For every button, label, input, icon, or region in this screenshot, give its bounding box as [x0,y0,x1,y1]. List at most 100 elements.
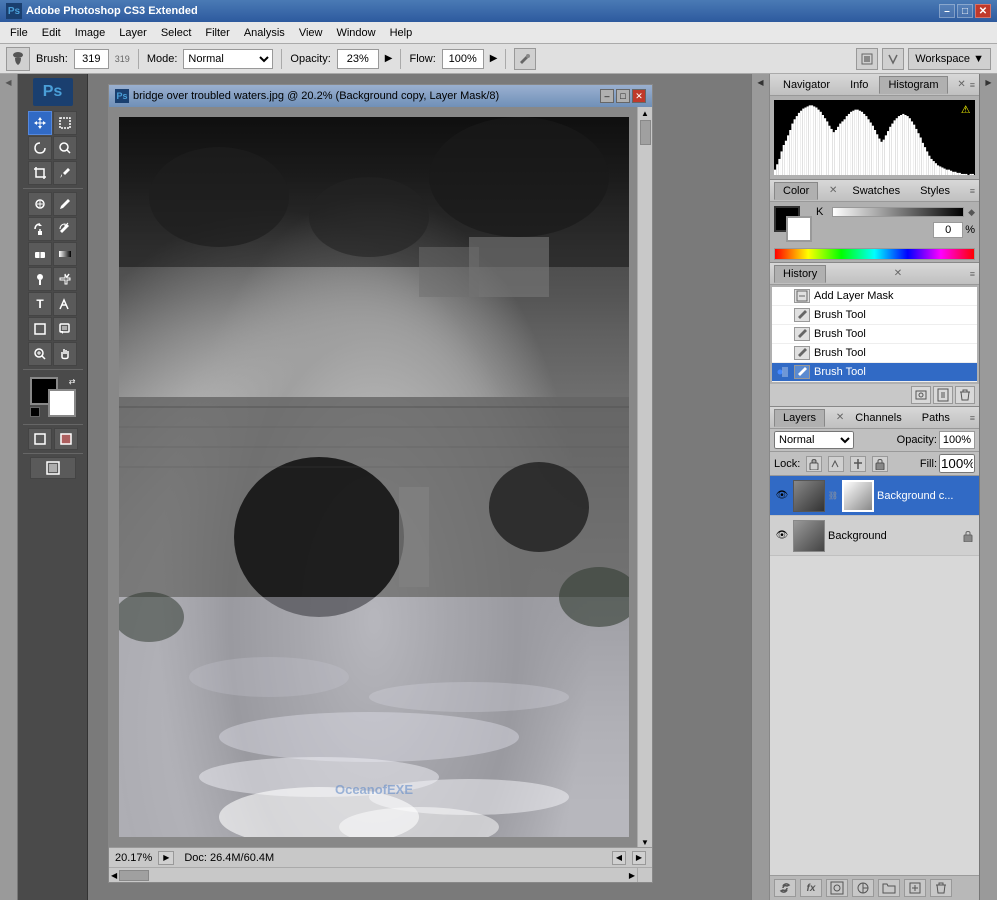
histogram-close-btn[interactable]: ✕ [957,79,965,90]
quick-select-tool[interactable] [53,136,77,160]
tab-info[interactable]: Info [841,76,877,94]
menu-edit[interactable]: Edit [36,25,67,41]
notes-tool[interactable] [53,317,77,341]
menu-select[interactable]: Select [155,25,198,41]
menu-view[interactable]: View [293,25,329,41]
canvas-close[interactable]: ✕ [632,89,646,103]
layer-adjustment-btn[interactable] [852,879,874,897]
canvas-maximize[interactable]: □ [616,89,630,103]
tab-channels[interactable]: Channels [846,409,910,427]
layer-delete-btn[interactable] [930,879,952,897]
eyedropper-tool[interactable] [53,161,77,185]
layer-link-btn[interactable] [774,879,796,897]
lock-position-btn[interactable] [850,456,866,472]
tab-swatches[interactable]: Swatches [843,182,909,200]
layer-eye-1[interactable]: 👁 [774,528,790,544]
menu-layer[interactable]: Layer [113,25,153,41]
history-item-3[interactable]: Brush Tool [772,344,977,363]
right-strip-arrow[interactable]: ◀ [756,78,765,87]
menu-window[interactable]: Window [330,25,381,41]
menu-help[interactable]: Help [384,25,419,41]
k-value-input[interactable] [933,222,963,238]
scroll-down-arrow[interactable]: ▼ [641,838,649,847]
tab-layers[interactable]: Layers [774,409,825,427]
layer-mask-btn[interactable] [826,879,848,897]
far-right-strip-arrow[interactable]: ▶ [985,78,991,87]
color-bg-box[interactable] [786,216,812,242]
flow-input[interactable] [442,49,484,69]
layers-close-btn[interactable]: ✕ [836,412,844,423]
default-colors[interactable] [30,407,40,417]
history-delete-btn[interactable] [955,386,975,404]
far-right-strip[interactable]: ▶ [979,74,997,900]
gradient-tool[interactable] [53,242,77,266]
histogram-panel-menu[interactable]: ≡ [970,80,975,90]
flow-arrow[interactable]: ▶ [490,53,498,64]
tools-button-2[interactable] [882,48,904,70]
tab-histogram[interactable]: Histogram [879,76,947,94]
color-close-btn[interactable]: ✕ [829,185,837,196]
scroll-thumb-h[interactable] [119,870,149,881]
screen-mode-1[interactable] [30,457,76,479]
hand-tool[interactable] [53,342,77,366]
blend-mode-select[interactable]: Normal Multiply Screen Overlay [774,431,854,449]
nav-right-arrow[interactable]: ▶ [632,851,646,865]
dodge-tool[interactable] [28,267,52,291]
marquee-tool[interactable] [53,111,77,135]
history-item-2[interactable]: Brush Tool [772,325,977,344]
eraser-tool[interactable] [28,242,52,266]
zoom-tool[interactable] [28,342,52,366]
left-collapse-strip[interactable]: ◀ [0,74,18,900]
history-item-0[interactable]: Add Layer Mask [772,287,977,306]
layer-item-0[interactable]: 👁 ⛓ Background c... [770,476,979,516]
crop-tool[interactable] [28,161,52,185]
scroll-thumb-v[interactable] [640,120,651,145]
history-new-doc-btn[interactable] [933,386,953,404]
lock-transparent-btn[interactable] [806,456,822,472]
history-item-1[interactable]: Brush Tool [772,306,977,325]
k-slider[interactable] [832,207,964,217]
quickmask-mode[interactable] [54,428,78,450]
shape-tool[interactable] [28,317,52,341]
history-brush-tool[interactable] [53,217,77,241]
menu-image[interactable]: Image [69,25,112,41]
scroll-left-arrow[interactable]: ◀ [111,871,117,880]
lasso-tool[interactable] [28,136,52,160]
mode-select[interactable]: Normal Multiply Screen [183,49,273,69]
canvas-minimize[interactable]: – [600,89,614,103]
history-close-btn[interactable]: ✕ [894,268,902,279]
minimize-button[interactable]: – [939,4,955,18]
opacity-arrow[interactable]: ▶ [385,53,393,64]
move-tool[interactable] [28,111,52,135]
tab-navigator[interactable]: Navigator [774,76,839,94]
left-strip-arrow[interactable]: ◀ [4,78,13,87]
brush-tool-icon[interactable] [6,47,30,71]
fill-value-input[interactable] [939,454,975,473]
tab-color[interactable]: Color [774,182,818,200]
tab-styles[interactable]: Styles [911,182,959,200]
canvas-content-area[interactable]: OceanofEXE [109,107,637,847]
history-snapshot-btn[interactable] [911,386,931,404]
brush-tool[interactable] [53,192,77,216]
menu-file[interactable]: File [4,25,34,41]
color-panel-options[interactable]: ≡ [970,186,975,196]
opacity-input[interactable] [337,49,379,69]
tools-button-1[interactable] [856,48,878,70]
layer-new-btn[interactable] [904,879,926,897]
clone-stamp-tool[interactable] [28,217,52,241]
maximize-button[interactable]: □ [957,4,973,18]
workspace-button[interactable]: Workspace ▼ [908,48,991,70]
pen-tool[interactable] [53,267,77,291]
menu-analysis[interactable]: Analysis [238,25,291,41]
tab-history[interactable]: History [774,265,826,283]
right-collapse-strip-left[interactable]: ◀ [751,74,769,900]
background-color[interactable] [48,389,76,417]
lock-image-btn[interactable] [828,456,844,472]
menu-filter[interactable]: Filter [199,25,235,41]
tab-paths[interactable]: Paths [913,409,959,427]
close-button[interactable]: ✕ [975,4,991,18]
scroll-right-arrow[interactable]: ▶ [629,871,635,880]
layer-item-1[interactable]: 👁 Background [770,516,979,556]
type-tool[interactable]: T [28,292,52,316]
color-spectrum-bar[interactable] [774,248,975,260]
